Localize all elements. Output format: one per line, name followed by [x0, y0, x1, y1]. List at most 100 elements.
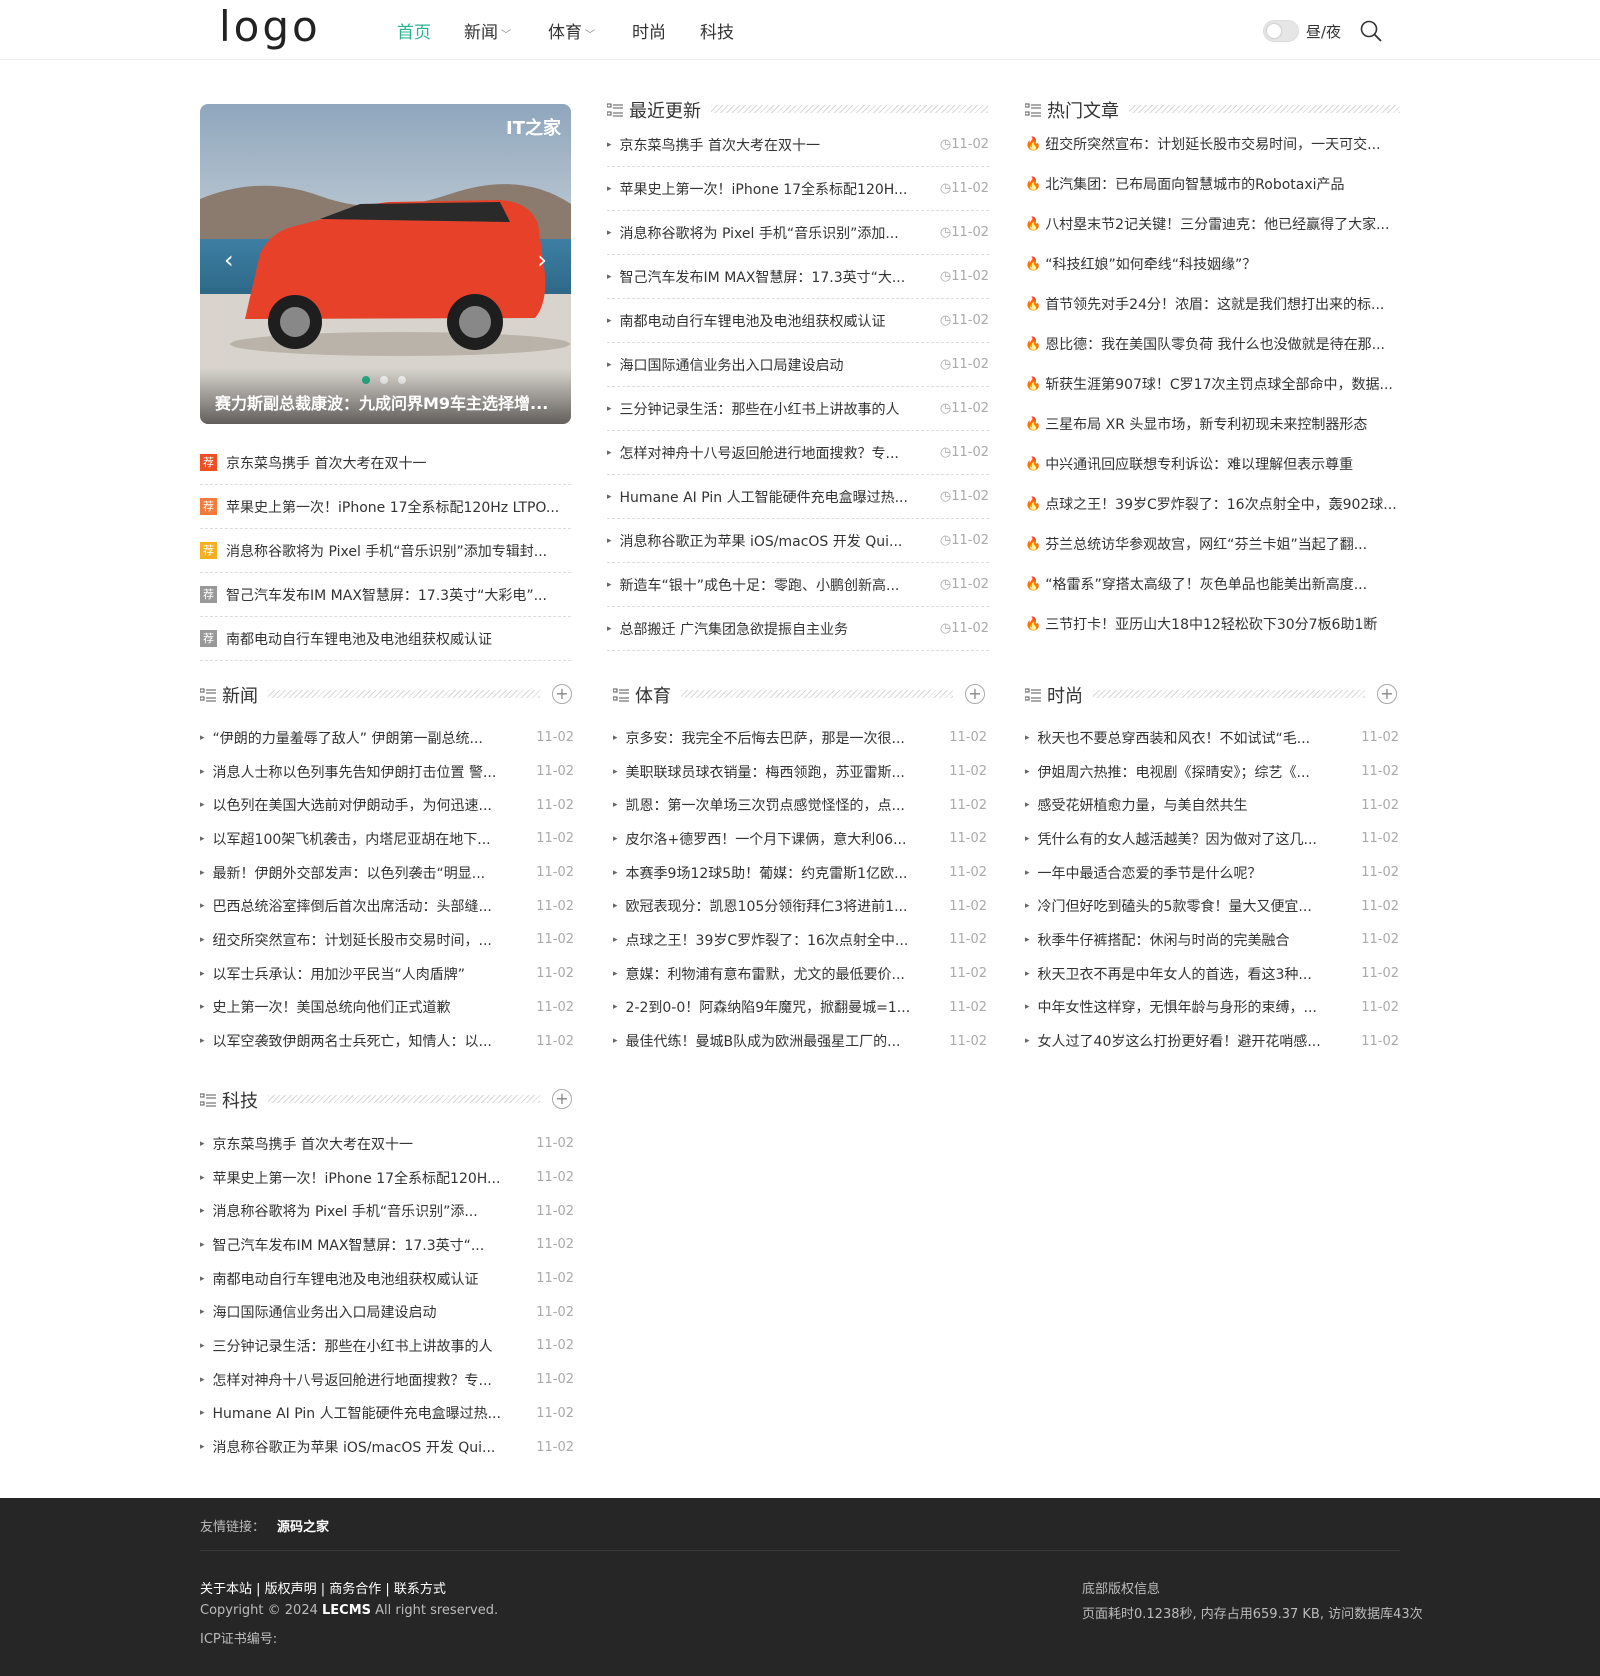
item-title[interactable]: 以军超100架飞机袭击，内塔尼亚胡在地下... — [213, 829, 531, 849]
item-title[interactable]: 点球之王！39岁C罗炸裂了：16次点射全中，轰902球... — [1045, 494, 1400, 514]
list-item[interactable]: 🔥 纽交所突然宣布：计划延长股市交易时间，一天可交... — [1025, 124, 1400, 164]
list-item[interactable]: 🔥 点球之王！39岁C罗炸裂了：16次点射全中，轰902球... — [1025, 484, 1400, 524]
item-title[interactable]: “科技红娘”如何牵线“科技姻缘”？ — [1045, 254, 1400, 274]
list-item[interactable]: 🔥 “格雷系”穿搭太高级了！灰色单品也能美出新高度... — [1025, 564, 1400, 604]
item-title[interactable]: 首节领先对手24分！浓眉：这就是我们想打出来的标... — [1045, 294, 1400, 314]
item-title[interactable]: 京东菜鸟携手 首次大考在双十一 — [226, 453, 426, 473]
site-logo[interactable]: logo — [219, 2, 321, 51]
item-title[interactable]: 苹果史上第一次！iPhone 17全系标配120H... — [213, 1168, 531, 1188]
list-item[interactable]: ▸ 美职联球员球衣销量：梅西领跑，苏亚雷斯... 11-02 — [613, 755, 987, 789]
list-item[interactable]: 🔥 北汽集团：已布局面向智慧城市的Robotaxi产品 — [1025, 164, 1400, 204]
item-title[interactable]: 消息称谷歌正为苹果 iOS/macOS 开发 Qui... — [620, 531, 934, 551]
list-item[interactable]: ▸ 点球之王！39岁C罗炸裂了：16次点射全中... 11-02 — [613, 923, 987, 957]
list-item[interactable]: ▸ 皮尔洛+德罗西！一个月下课俩，意大利06... 11-02 — [613, 822, 987, 856]
item-title[interactable]: 最佳代练！曼城B队成为欧洲最强星工厂的... — [626, 1031, 944, 1051]
list-item[interactable]: ▸ 海口国际通信业务出入口局建设启动 11-02 — [200, 1295, 574, 1329]
item-title[interactable]: 一年中最适合恋爱的季节是什么呢？ — [1038, 863, 1356, 883]
item-title[interactable]: 凯恩：第一次单场三次罚点感觉怪怪的，点... — [626, 795, 944, 815]
list-item[interactable]: ▸ 怎样对神舟十八号返回舱进行地面搜救？专... 11-02 — [200, 1363, 574, 1397]
item-title[interactable]: Humane AI Pin 人工智能硬件充电盒曝过热... — [620, 487, 934, 507]
list-item[interactable]: ▸ 以色列在美国大选前对伊朗动手，为何迅速... 11-02 — [200, 788, 574, 822]
nav-tech[interactable]: 科技 — [700, 18, 734, 43]
item-title[interactable]: 以军空袭致伊朗两名士兵死亡，知情人：以... — [213, 1031, 531, 1051]
list-item[interactable]: ▸ 三分钟记录生活：那些在小红书上讲故事的人 11-02 — [200, 1329, 574, 1363]
item-title[interactable]: 南都电动自行车锂电池及电池组获权威认证 — [213, 1269, 531, 1289]
list-item[interactable]: ▸ 史上第一次！美国总统向他们正式道歉 11-02 — [200, 991, 574, 1025]
item-title[interactable]: 纽交所突然宣布：计划延长股市交易时间，... — [213, 930, 531, 950]
item-title[interactable]: 本赛季9场12球5助！葡媒：约克雷斯1亿欧... — [626, 863, 944, 883]
item-title[interactable]: 点球之王！39岁C罗炸裂了：16次点射全中... — [626, 930, 944, 950]
list-item[interactable]: ▸ 三分钟记录生活：那些在小红书上讲故事的人 ◷11-02 — [607, 387, 989, 431]
item-title[interactable]: 斩获生涯第907球！C罗17次主罚点球全部命中，数据... — [1045, 374, 1400, 394]
item-title[interactable]: 总部搬迁 广汽集团急欲提振自主业务 — [620, 619, 934, 639]
item-title[interactable]: 史上第一次！美国总统向他们正式道歉 — [213, 997, 531, 1017]
item-title[interactable]: 女人过了40岁这么打扮更好看！避开花哨感... — [1038, 1031, 1356, 1051]
list-item[interactable]: 荐京东菜鸟携手 首次大考在双十一 — [200, 441, 571, 485]
list-item[interactable]: ▸ 巴西总统浴室摔倒后首次出席活动：头部缝... 11-02 — [200, 889, 574, 923]
item-title[interactable]: 苹果史上第一次！iPhone 17全系标配120Hz LTPO... — [226, 497, 559, 517]
friend-link[interactable]: 源码之家 — [277, 1520, 329, 1535]
list-item[interactable]: 🔥 三星布局 XR 头显市场，新专利初现未来控制器形态 — [1025, 404, 1400, 444]
list-item[interactable]: ▸ 以军空袭致伊朗两名士兵死亡，知情人：以... 11-02 — [200, 1024, 574, 1058]
nav-news[interactable]: 新闻 ﹀ — [464, 18, 548, 43]
nav-sports[interactable]: 体育 ﹀ — [548, 18, 632, 43]
item-title[interactable]: 中年女性这样穿，无惧年龄与身形的束缚，... — [1038, 997, 1356, 1017]
list-item[interactable]: ▸ 智己汽车发布IM MAX智慧屏：17.3英寸“大... ◷11-02 — [607, 255, 989, 299]
item-title[interactable]: 新造车“银十”成色十足：零跑、小鹏创新高... — [620, 575, 934, 595]
list-item[interactable]: 🔥 恩比德：我在美国队零负荷 我什么也没做就是待在那... — [1025, 324, 1400, 364]
list-item[interactable]: ▸ 凯恩：第一次单场三次罚点感觉怪怪的，点... 11-02 — [613, 788, 987, 822]
item-title[interactable]: 三分钟记录生活：那些在小红书上讲故事的人 — [620, 399, 934, 419]
item-title[interactable]: 2-2到0-0！阿森纳陷9年魔咒，掀翻曼城=1... — [626, 997, 944, 1017]
item-title[interactable]: 三星布局 XR 头显市场，新专利初现未来控制器形态 — [1045, 414, 1400, 434]
item-title[interactable]: 伊姐周六热推：电视剧《探晴安》；综艺《... — [1038, 762, 1356, 782]
more-plus-icon[interactable]: + — [1377, 684, 1397, 704]
next-arrow-icon[interactable]: › — [537, 246, 547, 274]
list-item[interactable]: ▸ 秋天卫衣不再是中年女人的首选，看这3种... 11-02 — [1025, 957, 1399, 991]
brand-link[interactable]: LECMS — [322, 1603, 371, 1618]
list-item[interactable]: ▸ “伊朗的力量羞辱了敌人” 伊朗第一副总统... 11-02 — [200, 721, 574, 755]
item-title[interactable]: 智己汽车发布IM MAX智慧屏：17.3英寸“大... — [620, 267, 934, 287]
more-plus-icon[interactable]: + — [552, 684, 572, 704]
list-item[interactable]: ▸ Humane AI Pin 人工智能硬件充电盒曝过热... ◷11-02 — [607, 475, 989, 519]
item-title[interactable]: 消息称谷歌将为 Pixel 手机“音乐识别”添... — [213, 1201, 531, 1221]
list-item[interactable]: ▸ 消息称谷歌将为 Pixel 手机“音乐识别”添加... ◷11-02 — [607, 211, 989, 255]
list-item[interactable]: ▸ 最新！伊朗外交部发声：以色列袭击“明显... 11-02 — [200, 856, 574, 890]
list-item[interactable]: 🔥 首节领先对手24分！浓眉：这就是我们想打出来的标... — [1025, 284, 1400, 324]
item-title[interactable]: 以色列在美国大选前对伊朗动手，为何迅速... — [213, 795, 531, 815]
item-title[interactable]: 怎样对神舟十八号返回舱进行地面搜救？专... — [213, 1370, 531, 1390]
item-title[interactable]: 中兴通讯回应联想专利诉讼：难以理解但表示尊重 — [1045, 454, 1400, 474]
list-item[interactable]: ▸ 苹果史上第一次！iPhone 17全系标配120H... ◷11-02 — [607, 167, 989, 211]
item-title[interactable]: 秋天也不要总穿西装和风衣！不如试试“毛... — [1038, 728, 1356, 748]
item-title[interactable]: 海口国际通信业务出入口局建设启动 — [213, 1302, 531, 1322]
item-title[interactable]: 凭什么有的女人越活越美？因为做对了这几... — [1038, 829, 1356, 849]
hero-slider[interactable]: IT之家 ‹ › 赛力斯副总裁康波：九成问界M9车主选择增... — [200, 104, 571, 424]
day-night-toggle[interactable] — [1263, 20, 1299, 42]
search-icon[interactable] — [1359, 19, 1383, 43]
item-title[interactable]: 恩比德：我在美国队零负荷 我什么也没做就是待在那... — [1045, 334, 1400, 354]
list-item[interactable]: 荐苹果史上第一次！iPhone 17全系标配120Hz LTPO... — [200, 485, 571, 529]
list-item[interactable]: ▸ 南都电动自行车锂电池及电池组获权威认证 ◷11-02 — [607, 299, 989, 343]
nav-fashion[interactable]: 时尚 — [632, 18, 700, 43]
more-plus-icon[interactable]: + — [552, 1089, 572, 1109]
list-item[interactable]: ▸ 消息称谷歌将为 Pixel 手机“音乐识别”添... 11-02 — [200, 1194, 574, 1228]
list-item[interactable]: ▸ 海口国际通信业务出入口局建设启动 ◷11-02 — [607, 343, 989, 387]
item-title[interactable]: “伊朗的力量羞辱了敌人” 伊朗第一副总统... — [213, 728, 531, 748]
list-item[interactable]: ▸ 京东菜鸟携手 首次大考在双十一 11-02 — [200, 1127, 574, 1161]
item-title[interactable]: 京东菜鸟携手 首次大考在双十一 — [213, 1134, 531, 1154]
list-item[interactable]: ▸ 苹果史上第一次！iPhone 17全系标配120H... 11-02 — [200, 1161, 574, 1195]
list-item[interactable]: 🔥 八村塁末节2记关键！三分雷迪克：他已经赢得了大家... — [1025, 204, 1400, 244]
list-item[interactable]: ▸ 伊姐周六热推：电视剧《探晴安》；综艺《... 11-02 — [1025, 755, 1399, 789]
list-item[interactable]: ▸ 秋天也不要总穿西装和风衣！不如试试“毛... 11-02 — [1025, 721, 1399, 755]
item-title[interactable]: 皮尔洛+德罗西！一个月下课俩，意大利06... — [626, 829, 944, 849]
item-title[interactable]: 纽交所突然宣布：计划延长股市交易时间，一天可交... — [1045, 134, 1400, 154]
more-plus-icon[interactable]: + — [965, 684, 985, 704]
item-title[interactable]: 海口国际通信业务出入口局建设启动 — [620, 355, 934, 375]
list-item[interactable]: ▸ 最佳代练！曼城B队成为欧洲最强星工厂的... 11-02 — [613, 1024, 987, 1058]
list-item[interactable]: 🔥 芬兰总统访华参观故宫，网红“芬兰卡姐”当起了翻... — [1025, 524, 1400, 564]
list-item[interactable]: ▸ 以军士兵承认：用加沙平民当“人肉盾牌” 11-02 — [200, 957, 574, 991]
item-title[interactable]: 三分钟记录生活：那些在小红书上讲故事的人 — [213, 1336, 531, 1356]
list-item[interactable]: 🔥 三节打卡！亚历山大18中12轻松砍下30分7板6助1断 — [1025, 604, 1400, 644]
item-title[interactable]: 苹果史上第一次！iPhone 17全系标配120H... — [620, 179, 934, 199]
list-item[interactable]: ▸ 一年中最适合恋爱的季节是什么呢？ 11-02 — [1025, 856, 1399, 890]
list-item[interactable]: ▸ 怎样对神舟十八号返回舱进行地面搜救？专... ◷11-02 — [607, 431, 989, 475]
